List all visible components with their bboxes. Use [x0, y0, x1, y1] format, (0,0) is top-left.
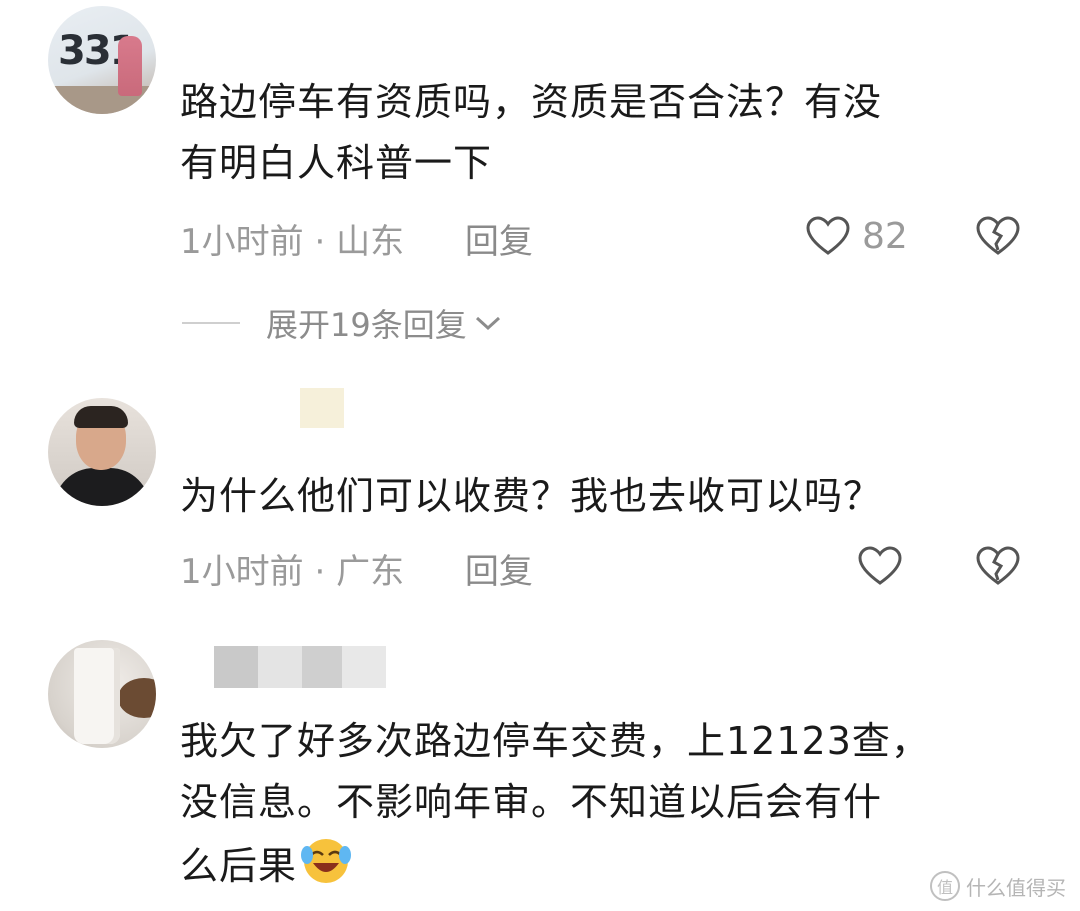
avatar-figure	[118, 36, 142, 96]
username-redacted	[342, 646, 386, 688]
avatar[interactable]	[48, 640, 156, 748]
avatar-cup	[74, 648, 120, 744]
divider-line	[182, 322, 240, 324]
reply-button[interactable]: 回复	[465, 222, 533, 262]
avatar-hair	[74, 406, 128, 428]
watermark: 值 什么值得买	[930, 871, 1066, 901]
avatar[interactable]	[48, 398, 156, 506]
comment-text: 路边停车有资质吗，资质是否合法？有没 有明白人科普一下	[180, 72, 882, 194]
avatar[interactable]: 331	[48, 6, 156, 114]
broken-heart-icon[interactable]	[976, 546, 1020, 586]
avatar-body	[54, 468, 150, 506]
chevron-down-icon	[475, 316, 500, 331]
comment-line: 我欠了好多次路边停车交费，上12123查，	[180, 719, 930, 763]
comment-location: 山东	[336, 222, 405, 262]
reply-button[interactable]: 回复	[465, 552, 533, 592]
comment-text: 我欠了好多次路边停车交费，上12123查， 没信息。不影响年审。不知道以后会有什…	[180, 711, 930, 897]
comment-line: 么后果	[180, 844, 298, 888]
username-redacted	[300, 388, 344, 428]
watermark-logo-icon: 值	[930, 871, 960, 901]
meta-separator: ·	[314, 552, 337, 592]
comment-line: 路边停车有资质吗，资质是否合法？有没	[180, 80, 883, 124]
comment-line: 为什么他们可以收费？我也去收可以吗？	[180, 474, 883, 518]
crying-laughing-emoji	[301, 839, 352, 883]
like-count: 82	[862, 216, 908, 257]
heart-outline-icon[interactable]	[806, 216, 850, 256]
username-redacted	[214, 646, 258, 688]
username-redacted	[258, 646, 302, 688]
expand-label: 展开19条回复	[266, 306, 467, 344]
comment-meta: 1小时前 · 广东 回复	[180, 544, 533, 593]
comment-time: 1小时前	[180, 552, 304, 592]
avatar-donut	[118, 678, 156, 718]
comment-time: 1小时前	[180, 222, 304, 262]
comment-line: 没信息。不影响年审。不知道以后会有什	[180, 780, 883, 824]
meta-separator: ·	[314, 222, 337, 262]
heart-outline-icon[interactable]	[858, 546, 902, 586]
expand-replies-button[interactable]: 展开19条回复	[182, 300, 503, 346]
comment-text: 为什么他们可以收费？我也去收可以吗？	[180, 466, 882, 527]
comment-line-last: 么后果	[180, 833, 930, 897]
username-redacted	[302, 646, 342, 688]
watermark-text: 什么值得买	[966, 875, 1066, 900]
comment-meta: 1小时前 · 山东 回复	[180, 214, 533, 263]
comment-line: 有明白人科普一下	[180, 141, 493, 185]
comment-location: 广东	[336, 552, 405, 592]
broken-heart-icon[interactable]	[976, 216, 1020, 256]
